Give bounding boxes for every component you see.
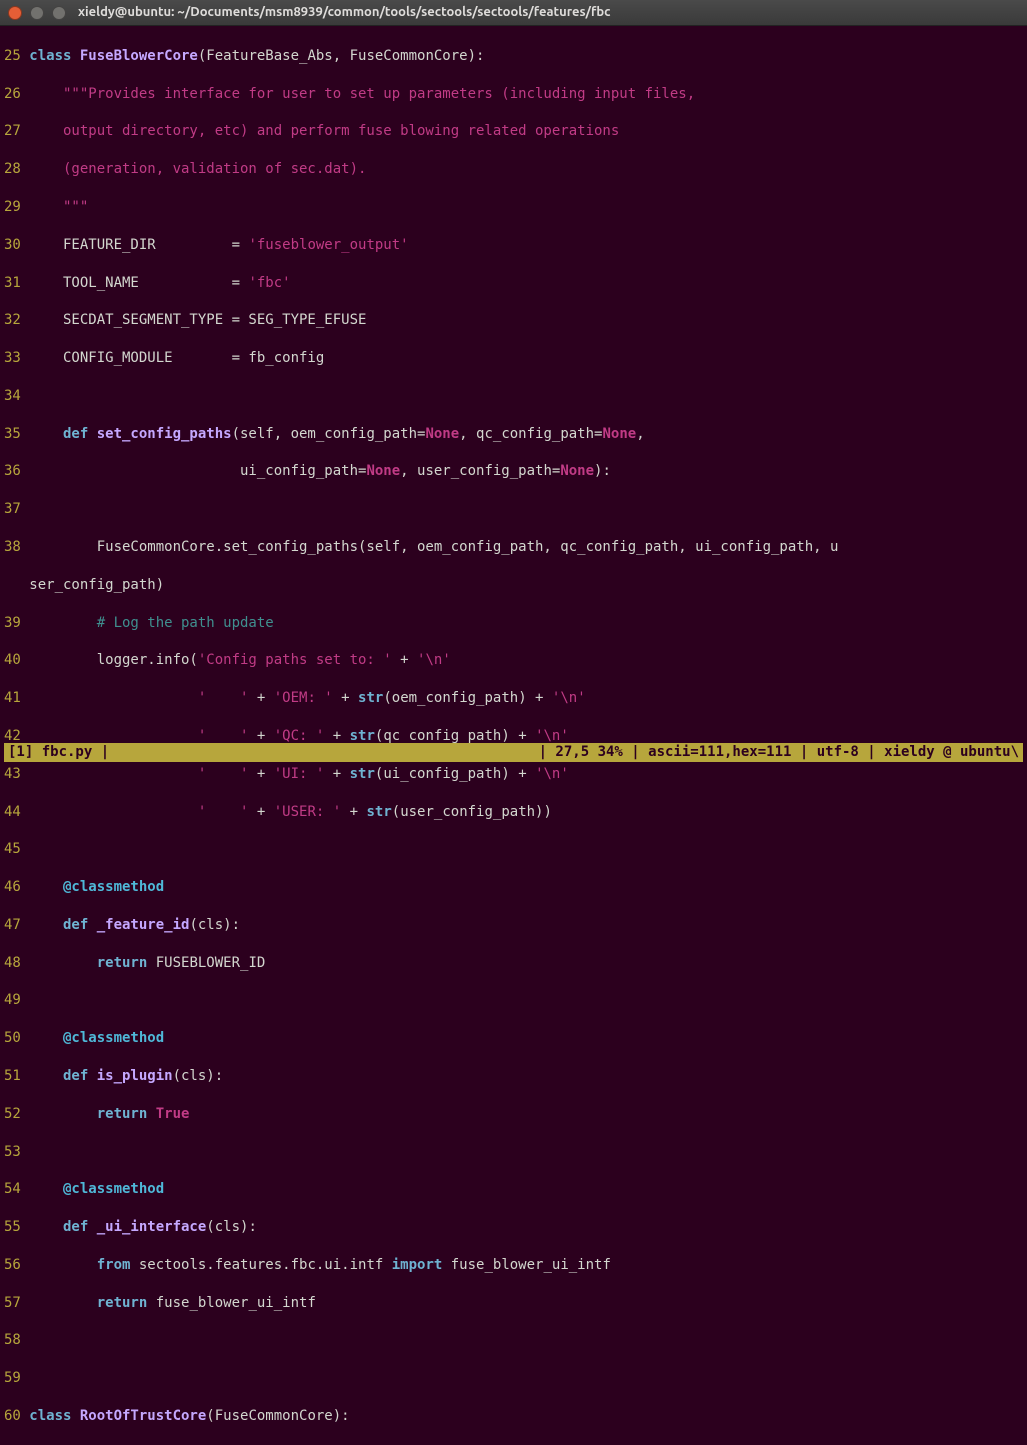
const-true: True [156, 1106, 190, 1122]
terminal-viewport[interactable]: 25 class FuseBlowerCore(FeatureBase_Abs,… [0, 26, 1027, 764]
line-number: 25 [4, 47, 21, 66]
line-number: 27 [4, 122, 21, 141]
class-name: RootOfTrustCore [80, 1408, 206, 1424]
close-icon[interactable] [8, 6, 22, 20]
line-number: 39 [4, 614, 21, 633]
line-number: 30 [4, 236, 21, 255]
line-number: 34 [4, 387, 21, 406]
line-number: 46 [4, 878, 21, 897]
builtin-str: str [358, 690, 383, 706]
string-literal: 'fuseblower_output' [248, 237, 408, 253]
line-number: 45 [4, 840, 21, 859]
wrapped-line: ser_config_path) [29, 577, 164, 593]
line-number: 26 [4, 85, 21, 104]
decorator: @classmethod [63, 1181, 164, 1197]
line-number: 38 [4, 538, 21, 557]
line-number: 41 [4, 689, 21, 708]
function-name: is_plugin [97, 1068, 173, 1084]
function-name: set_config_paths [97, 426, 232, 442]
line-number: 33 [4, 349, 21, 368]
line-number: 57 [4, 1294, 21, 1313]
class-name: FuseBlowerCore [80, 48, 198, 64]
docstring: """Provides interface for user to set up… [29, 86, 695, 102]
keyword-return: return [97, 955, 148, 971]
line-number: 56 [4, 1256, 21, 1275]
function-name: _ui_interface [97, 1219, 207, 1235]
decorator: @classmethod [63, 879, 164, 895]
line-number: 59 [4, 1369, 21, 1388]
line-number: 54 [4, 1180, 21, 1199]
line-number: 36 [4, 462, 21, 481]
string-literal: 'fbc' [248, 275, 290, 291]
line-number: 37 [4, 500, 21, 519]
window-title: xieldy@ubuntu: ~/Documents/msm8939/commo… [78, 4, 611, 22]
line-number: 29 [4, 198, 21, 217]
docstring: output directory, etc) and perform fuse … [29, 123, 619, 139]
keyword-import: import [392, 1257, 443, 1273]
line-number: 50 [4, 1029, 21, 1048]
line-number: 43 [4, 765, 21, 784]
line-number: 48 [4, 954, 21, 973]
keyword-class: class [29, 48, 80, 64]
line-number [4, 576, 21, 595]
minimize-icon[interactable] [30, 6, 44, 20]
line-number: 58 [4, 1331, 21, 1350]
maximize-icon[interactable] [52, 6, 66, 20]
status-left: [1] fbc.py | [8, 743, 109, 762]
line-number: 60 [4, 1407, 21, 1426]
docstring: (generation, validation of sec.dat). [29, 161, 366, 177]
line-number: 44 [4, 803, 21, 822]
line-number: 49 [4, 991, 21, 1010]
vim-statusbar: [1] fbc.py | | 27,5 34% | ascii=111,hex=… [4, 743, 1023, 762]
decorator: @classmethod [63, 1030, 164, 1046]
line-number: 52 [4, 1105, 21, 1124]
window-titlebar: xieldy@ubuntu: ~/Documents/msm8939/commo… [0, 0, 1027, 26]
keyword-def: def [63, 426, 97, 442]
keyword-from: from [97, 1257, 131, 1273]
docstring: """ [29, 199, 88, 215]
keyword-class: class [29, 1408, 80, 1424]
line-number: 51 [4, 1067, 21, 1086]
line-number: 55 [4, 1218, 21, 1237]
line-number: 31 [4, 274, 21, 293]
line-number: 28 [4, 160, 21, 179]
line-number: 47 [4, 916, 21, 935]
function-name: _feature_id [97, 917, 190, 933]
status-right: | 27,5 34% | ascii=111,hex=111 | utf-8 |… [539, 743, 1019, 762]
line-number: 53 [4, 1143, 21, 1162]
comment: # Log the path update [97, 615, 274, 631]
line-number: 40 [4, 651, 21, 670]
line-number: 32 [4, 311, 21, 330]
line-number: 35 [4, 425, 21, 444]
